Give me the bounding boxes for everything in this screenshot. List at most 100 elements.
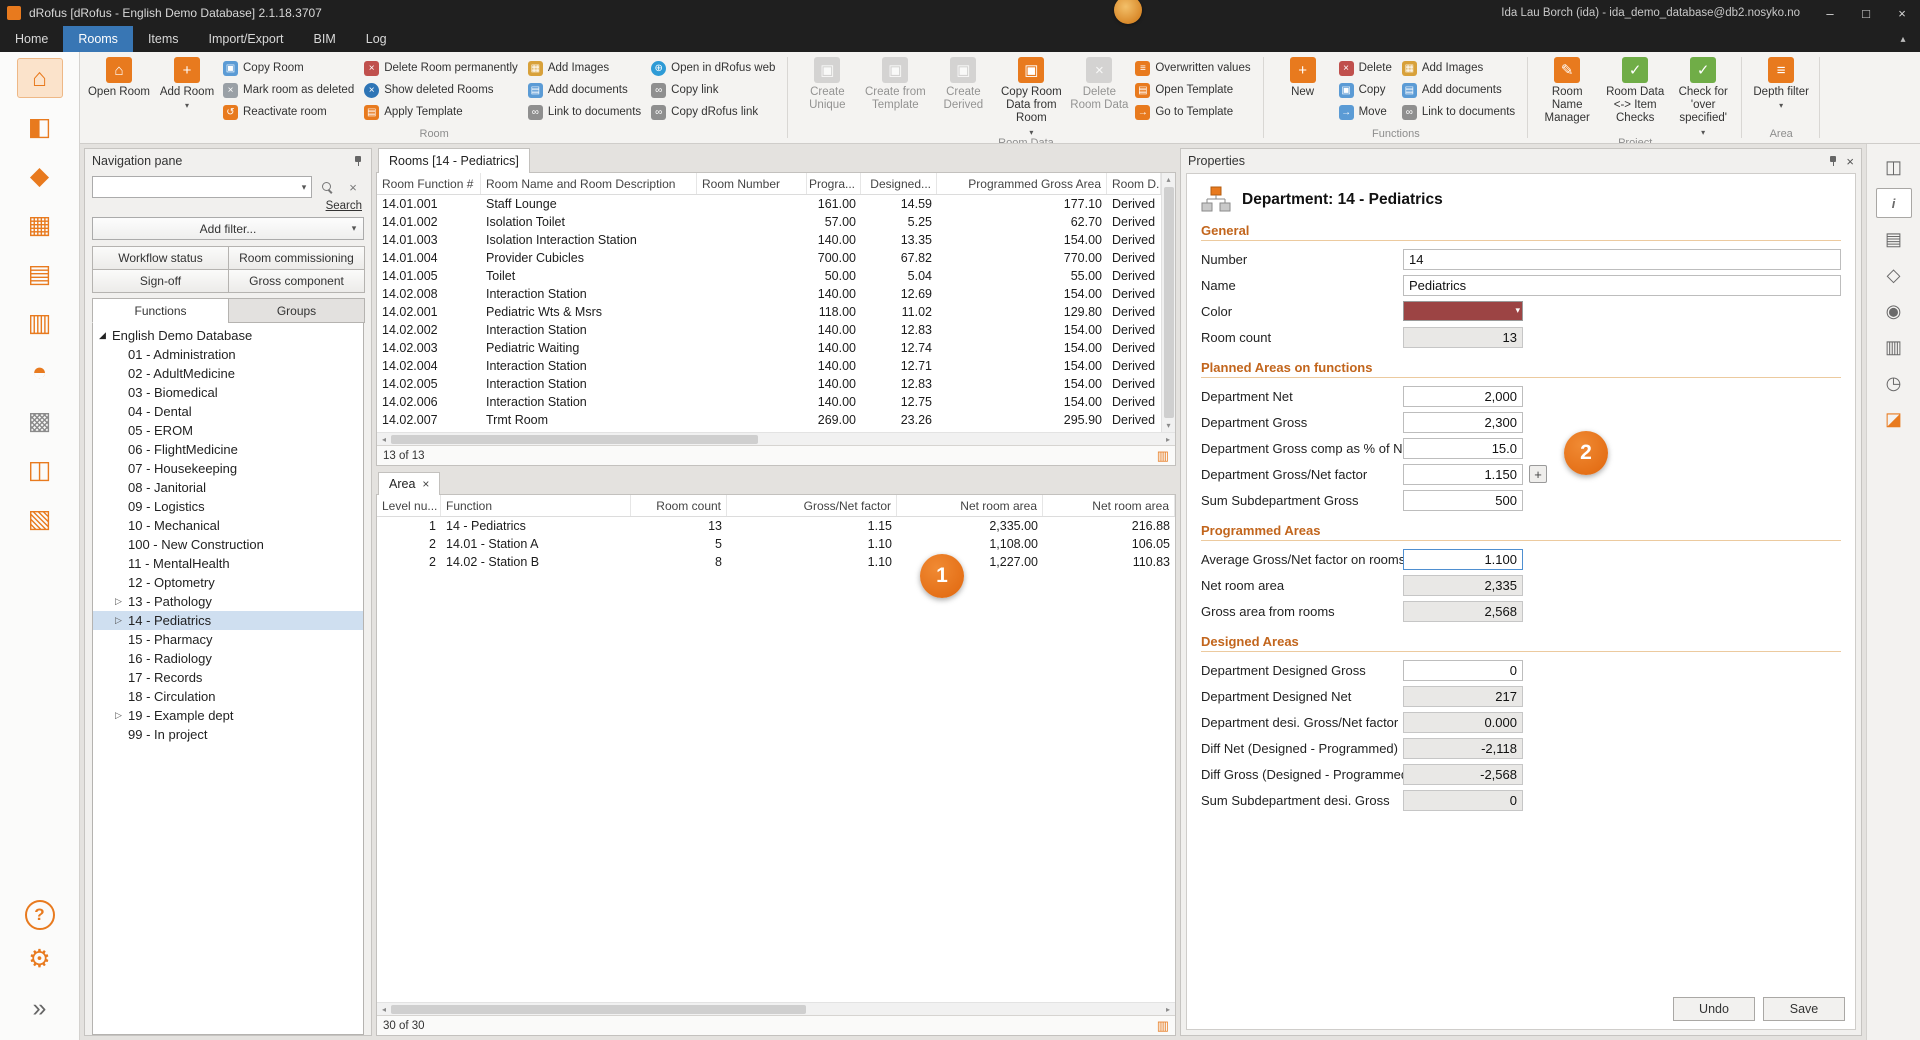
field-input-department-gross-net-factor[interactable] (1403, 464, 1523, 485)
horizontal-scrollbar[interactable]: ◂ ▸ (377, 1002, 1175, 1015)
search-icon[interactable] (316, 176, 338, 198)
camera-icon[interactable]: ◉ (1876, 296, 1912, 326)
filter-workflow-status-button[interactable]: Workflow status (92, 246, 229, 270)
field-input-number[interactable] (1403, 249, 1841, 270)
tree-item-19-example-dept[interactable]: ▷19 - Example dept (93, 706, 363, 725)
copy-function-button[interactable]: ▣Copy (1337, 79, 1400, 101)
stats-icon[interactable]: ◪ (1876, 404, 1912, 434)
rooms-module-icon[interactable]: ⌂ (17, 58, 63, 98)
search-link[interactable]: Search (326, 200, 362, 212)
clear-search-icon[interactable]: × (342, 176, 364, 198)
scroll-thumb[interactable] (391, 1005, 806, 1014)
tree-item-10-mechanical[interactable]: 10 - Mechanical (93, 516, 363, 535)
minimize-button[interactable]: – (1812, 0, 1848, 26)
table-row[interactable]: 14.01.003Isolation Interaction Station14… (377, 231, 1161, 249)
history-icon[interactable]: ◷ (1876, 368, 1912, 398)
table-row[interactable]: 14.02.001Pediatric Wts & Msrs118.0011.02… (377, 303, 1161, 321)
apply-template-button[interactable]: ▤Apply Template (362, 101, 526, 123)
tree-item-17-records[interactable]: 17 - Records (93, 668, 363, 687)
tree-item-12-optometry[interactable]: 12 - Optometry (93, 573, 363, 592)
tree-item-07-housekeeping[interactable]: 07 - Housekeeping (93, 459, 363, 478)
pin-icon[interactable] (1827, 155, 1839, 168)
tree-item-15-pharmacy[interactable]: 15 - Pharmacy (93, 630, 363, 649)
scroll-thumb[interactable] (1164, 187, 1174, 418)
items-module-icon[interactable]: ◧ (17, 107, 63, 147)
systems-module-icon[interactable]: ▦ (17, 205, 63, 245)
pin-icon[interactable] (352, 155, 364, 168)
field-input-name[interactable] (1403, 275, 1841, 296)
add-filter-dropdown[interactable]: Add filter... ▾ (92, 217, 364, 240)
column-header-room-count[interactable]: Room count (631, 495, 727, 516)
expand-rail-icon[interactable]: » (17, 988, 63, 1028)
column-header-gross-net-factor[interactable]: Gross/Net factor (727, 495, 897, 516)
products-module-icon[interactable]: ◆ (17, 156, 63, 196)
delete-room-permanently-button[interactable]: ×Delete Room permanently (362, 57, 526, 79)
room-data-item-checks-button[interactable]: ✓Room Data <-> Item Checks (1601, 54, 1669, 126)
check-for-over-specified-button[interactable]: ✓Check for 'over specified'▾ (1669, 54, 1737, 137)
table-row[interactable]: 14.01.004Provider Cubicles700.0067.82770… (377, 249, 1161, 267)
increase-factor-button[interactable]: + (1529, 465, 1547, 483)
table-row[interactable]: 14.02.002Interaction Station140.0012.831… (377, 321, 1161, 339)
help-icon[interactable]: ? (25, 900, 55, 930)
tree-item-13-pathology[interactable]: ▷13 - Pathology (93, 592, 363, 611)
model-icon[interactable]: ◇ (1876, 260, 1912, 290)
scroll-down-icon[interactable]: ▾ (1166, 419, 1170, 432)
add-images-button[interactable]: ▦Add Images (526, 57, 649, 79)
tree-item-08-janitorial[interactable]: 08 - Janitorial (93, 478, 363, 497)
filter-gross-component-button[interactable]: Gross component (228, 269, 365, 293)
horizontal-scrollbar[interactable]: ◂ ▸ (377, 432, 1175, 445)
table-row[interactable]: 214.02 - Station B81.101,227.00110.83 (377, 553, 1175, 571)
scroll-left-icon[interactable]: ◂ (377, 435, 391, 444)
info-icon[interactable]: i (1876, 188, 1912, 218)
column-header-net-room-area[interactable]: Net room area (897, 495, 1043, 516)
copy-link-button[interactable]: ∞Copy link (649, 79, 783, 101)
field-input-average-gross-net-factor-on-rooms[interactable] (1403, 549, 1523, 570)
pages-icon[interactable]: ▤ (1876, 224, 1912, 254)
close-icon[interactable]: × (1846, 154, 1854, 169)
view-tab-groups[interactable]: Groups (228, 298, 365, 323)
close-icon[interactable]: × (422, 477, 429, 491)
new-function-button[interactable]: +New (1269, 54, 1337, 126)
column-header-programmed-gross-area[interactable]: Programmed Gross Area (937, 173, 1107, 194)
delete-function-button[interactable]: ×Delete (1337, 57, 1400, 79)
scroll-up-icon[interactable]: ▴ (1166, 173, 1170, 186)
scroll-thumb[interactable] (391, 435, 758, 444)
move-function-button[interactable]: →Move (1337, 101, 1400, 123)
add-images-functions-button[interactable]: ▦Add Images (1400, 57, 1523, 79)
table-row[interactable]: 14.01.005Toilet50.005.0455.00Derived (377, 267, 1161, 285)
column-header-room-name-and-room-description[interactable]: Room Name and Room Description (481, 173, 697, 194)
tree-item-04-dental[interactable]: 04 - Dental (93, 402, 363, 421)
tab-bim[interactable]: BIM (299, 26, 351, 52)
buildings-module-icon[interactable]: ▩ (17, 401, 63, 441)
open-template-button[interactable]: ▤Open Template (1133, 79, 1258, 101)
filter-sign-off-button[interactable]: Sign-off (92, 269, 229, 293)
table-row[interactable]: 214.01 - Station A51.101,108.00106.05 (377, 535, 1175, 553)
search-combo[interactable]: ▾ (92, 176, 312, 198)
logistics-module-icon[interactable]: ◫ (17, 450, 63, 490)
copy-drofus-link-button[interactable]: ∞Copy dRofus link (649, 101, 783, 123)
expander-icon[interactable]: ▷ (115, 710, 128, 721)
add-room-button[interactable]: +Add Room▾ (153, 54, 221, 126)
field-input-department-designed-gross[interactable] (1403, 660, 1523, 681)
tab-rooms[interactable]: Rooms (63, 26, 133, 52)
table-row[interactable]: 14.02.003Pediatric Waiting140.0012.74154… (377, 339, 1161, 357)
finance-module-icon[interactable]: ▥ (17, 303, 63, 343)
open-in-drofus-web-button[interactable]: ⊕Open in dRofus web (649, 57, 783, 79)
column-header-room-function[interactable]: Room Function # (377, 173, 481, 194)
collapse-ribbon-button[interactable]: ▴ (1886, 26, 1920, 52)
close-window-button[interactable]: × (1884, 0, 1920, 26)
chevron-down-icon[interactable]: ▾ (297, 182, 311, 193)
filter-room-commissioning-button[interactable]: Room commissioning (228, 246, 365, 270)
tree-root[interactable]: ◢English Demo Database (93, 326, 363, 345)
view-tab-functions[interactable]: Functions (92, 298, 229, 323)
scroll-right-icon[interactable]: ▸ (1161, 1005, 1175, 1014)
tree-item-18-circulation[interactable]: 18 - Circulation (93, 687, 363, 706)
tab-rooms[interactable]: Rooms [14 - Pediatrics] (378, 148, 530, 173)
column-header-room-d[interactable]: Room D... (1107, 173, 1161, 194)
mark-room-as-deleted-button[interactable]: ×Mark room as deleted (221, 79, 362, 101)
link-to-documents-functions-button[interactable]: ∞Link to documents (1400, 101, 1523, 123)
room-name-manager-button[interactable]: ✎Room Name Manager (1533, 54, 1601, 126)
field-input-sum-subdepartment-gross[interactable] (1403, 490, 1523, 511)
tab-import-export[interactable]: Import/Export (194, 26, 299, 52)
go-to-template-button[interactable]: →Go to Template (1133, 101, 1258, 123)
